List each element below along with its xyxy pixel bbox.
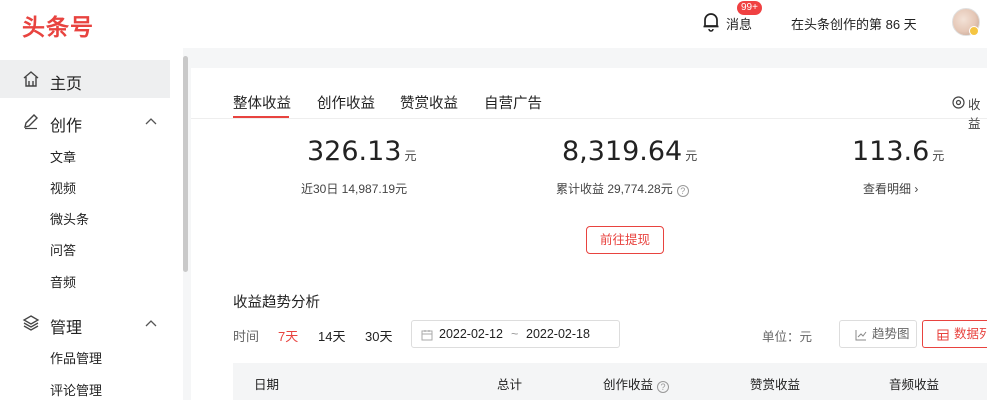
income-table-header: 日期 总计 创作收益? 赞赏收益 音频收益: [233, 363, 987, 400]
range-30-days[interactable]: 30天: [365, 326, 392, 345]
top-header: 头条号 99+ 消息 在头条创作的第 86 天: [0, 0, 987, 48]
help-icon: ?: [676, 185, 689, 197]
sidebar: 主页 创作 文章 视频 微头条 问答 音频 管理 作品管理 评论管理: [0, 48, 183, 400]
layers-icon: [22, 315, 40, 331]
bell-icon[interactable]: [700, 10, 722, 32]
column-total: 总计: [497, 378, 523, 392]
trend-chart-button[interactable]: 趋势图: [839, 320, 917, 348]
range-7-days[interactable]: 7天: [278, 326, 298, 345]
trend-chart-label: 趋势图: [872, 327, 910, 341]
sidebar-item-article[interactable]: 文章: [50, 147, 76, 166]
tab-divider: [191, 118, 987, 119]
settlement-link[interactable]: 收益: [968, 94, 987, 132]
trend-section-title: 收益趋势分析: [233, 295, 320, 311]
column-appreciation-income: 赞赏收益: [750, 378, 801, 392]
help-icon: ?: [657, 381, 670, 393]
withdraw-button[interactable]: 前往提现: [586, 226, 664, 254]
yesterday-income-value: 326.13 元: [307, 136, 417, 167]
income-panel: 整体收益 创作收益 赞赏收益 自营广告 收益 326.13 元 近30日 14,9…: [191, 68, 987, 400]
calendar-icon: [421, 330, 433, 341]
total-income: 累计收益 29,774.28元?: [556, 180, 689, 197]
pen-icon: [24, 114, 38, 130]
unit-label: 单位：元: [762, 330, 813, 344]
settings-circle-icon: [952, 96, 965, 109]
sidebar-item-video[interactable]: 视频: [50, 178, 76, 197]
chevron-up-icon[interactable]: [145, 116, 157, 128]
sidebar-item-works[interactable]: 作品管理: [50, 348, 102, 367]
sidebar-item-qa[interactable]: 问答: [50, 240, 76, 259]
app-logo[interactable]: 头条号: [22, 8, 94, 42]
line-chart-icon: [855, 330, 867, 341]
column-audio-income: 音频收益: [889, 378, 940, 392]
data-list-button[interactable]: 数据列: [922, 320, 987, 348]
chevron-up-icon[interactable]: [145, 318, 157, 330]
view-details-link[interactable]: 查看明细 ›: [863, 180, 918, 197]
data-list-label: 数据列: [954, 327, 987, 341]
time-label: 时间: [233, 329, 260, 344]
date-start: 2022-02-12: [439, 327, 503, 341]
date-range-picker[interactable]: 2022-02-12 ~ 2022-02-18: [411, 320, 620, 348]
withdrawable-amount-value: 113.6 元: [852, 136, 945, 167]
sidebar-scrollbar[interactable]: [183, 56, 188, 272]
sidebar-item-home-label[interactable]: 主页: [50, 70, 82, 94]
sidebar-item-comments[interactable]: 评论管理: [50, 380, 102, 399]
month-income-value: 8,319.64 元: [562, 136, 698, 167]
sidebar-item-micro-post[interactable]: 微头条: [50, 209, 89, 228]
column-date: 日期: [254, 378, 280, 392]
range-14-days[interactable]: 14天: [318, 326, 345, 345]
home-icon: [23, 71, 39, 87]
message-badge: 99+: [737, 1, 762, 15]
sidebar-item-manage[interactable]: 管理: [50, 314, 82, 338]
table-icon: [937, 329, 949, 341]
verified-badge-icon: [969, 26, 979, 36]
date-end: 2022-02-18: [526, 327, 590, 341]
creator-days-text: 在头条创作的第 86 天: [791, 17, 917, 32]
last-30-days-income: 近30日 14,987.19元: [301, 182, 408, 196]
tab-self-ads[interactable]: 自营广告: [484, 92, 542, 113]
tab-creation-income[interactable]: 创作收益: [317, 92, 375, 113]
tab-overall-income[interactable]: 整体收益: [233, 92, 291, 113]
tab-appreciation-income[interactable]: 赞赏收益: [400, 92, 458, 113]
sidebar-item-audio[interactable]: 音频: [50, 272, 76, 291]
column-creation-income: 创作收益?: [603, 374, 670, 393]
messages-link[interactable]: 消息: [726, 14, 752, 33]
date-separator: ~: [511, 327, 519, 341]
sidebar-item-create[interactable]: 创作: [50, 112, 82, 136]
